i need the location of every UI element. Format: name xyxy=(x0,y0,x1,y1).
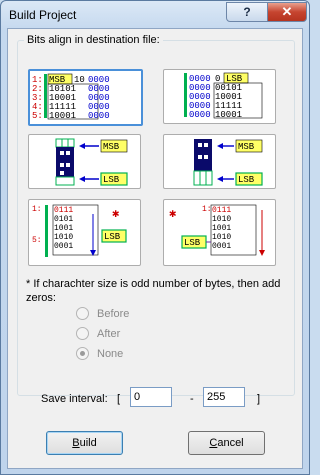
row-num: 1: xyxy=(202,205,212,214)
save-interval-label: Save interval: xyxy=(41,393,108,405)
svg-text:10001: 10001 xyxy=(49,111,76,121)
bracket-open: [ xyxy=(117,393,121,405)
align-option-rows-lsb-first[interactable]: 0000 0 LSB 0000 00101 0000 10001 0000 11111 … xyxy=(163,69,276,124)
lsb-tag: LSB xyxy=(104,232,121,242)
radio-indicator xyxy=(76,307,89,320)
svg-text:0000: 0000 xyxy=(88,111,110,121)
interval-from-input[interactable] xyxy=(130,387,172,407)
svg-text:1001: 1001 xyxy=(54,224,73,233)
radio-label: None xyxy=(97,347,124,360)
svg-text:10001: 10001 xyxy=(215,110,242,120)
bits-align-legend: Bits align in destination file: xyxy=(24,34,163,46)
svg-text:0111: 0111 xyxy=(212,206,231,215)
radio-label: Before xyxy=(97,307,130,320)
build-mnemonic: B xyxy=(72,437,80,449)
align-option-rotated-lsb-right[interactable]: 1: 5: 0111 0101 1001 1010 0001 LSB ✱ xyxy=(28,199,141,266)
cancel-label: ancel xyxy=(217,437,244,449)
align-option-rows-msb-first[interactable]: 1: 2: 3: 4: 5: MSB 10 0000 10101 0000 1000… xyxy=(28,69,143,126)
interval-dash: - xyxy=(190,393,194,405)
svg-text:1001: 1001 xyxy=(212,224,231,233)
lsb-tag: LSB xyxy=(103,175,120,185)
row-num: 5: xyxy=(32,111,43,121)
title-bar: Build Project ? ✕ xyxy=(1,1,309,29)
msb-tag: MSB xyxy=(238,142,255,152)
svg-text:1010: 1010 xyxy=(212,233,231,242)
cancel-button[interactable]: Cancel xyxy=(188,431,265,455)
rows-msb-first-icon: 1: 2: 3: 4: 5: MSB 10 0000 10101 0000 1000… xyxy=(32,73,110,121)
star-icon: ✱ xyxy=(112,207,119,221)
cancel-mnemonic: C xyxy=(209,437,218,449)
cols-msb-top-icon: MSB LSB xyxy=(55,138,128,186)
lsb-tag: LSB xyxy=(238,175,255,185)
radio-after[interactable]: After xyxy=(76,327,120,340)
msb-tag: MSB xyxy=(103,142,120,152)
bracket-close: ] xyxy=(257,393,261,405)
build-label: uild xyxy=(79,437,97,449)
help-icon: ? xyxy=(243,5,251,19)
align-option-rotated-lsb-left[interactable]: ✱ 1: 0111 1010 1001 1010 0001 LSB xyxy=(163,199,276,266)
svg-text:1010: 1010 xyxy=(54,233,73,242)
radio-label: After xyxy=(97,327,121,340)
radio-indicator xyxy=(76,327,89,340)
close-button[interactable]: ✕ xyxy=(267,2,307,22)
svg-text:0001: 0001 xyxy=(54,242,73,251)
window-title: Build Project xyxy=(9,8,77,22)
star-icon: ✱ xyxy=(169,207,176,221)
row-num: 5: xyxy=(32,236,42,245)
rotated-lsb-left-icon: ✱ 1: 0111 1010 1001 1010 0001 LSB xyxy=(169,204,265,256)
build-button[interactable]: Build xyxy=(46,431,123,455)
radio-none[interactable]: None xyxy=(76,347,123,360)
align-option-cols-msb-top[interactable]: MSB LSB xyxy=(28,134,141,189)
svg-text:0111: 0111 xyxy=(54,206,73,215)
help-button[interactable]: ? xyxy=(226,2,268,22)
svg-text:0001: 0001 xyxy=(212,242,231,251)
lsb-tag: LSB xyxy=(184,238,201,248)
align-option-cols-msb-top-alt[interactable]: MSB LSB xyxy=(163,134,276,189)
svg-text:0000: 0000 xyxy=(189,110,211,120)
radio-before[interactable]: Before xyxy=(76,307,129,320)
interval-to-input[interactable] xyxy=(203,387,245,407)
row-num: 1: xyxy=(32,205,42,214)
cols-msb-top-alt-icon: MSB LSB xyxy=(193,139,263,186)
dialog-window: Build Project ? ✕ Bits align in destinat… xyxy=(0,0,310,475)
dialog-client: Bits align in destination file: 1: 2: 3:… xyxy=(7,28,303,469)
radio-indicator xyxy=(76,347,89,360)
odd-size-note: * If charachter size is odd number of by… xyxy=(26,278,281,304)
svg-text:1010: 1010 xyxy=(212,215,231,224)
rotated-lsb-right-icon: 1: 5: 0111 0101 1001 1010 0001 LSB ✱ xyxy=(32,204,127,257)
rows-lsb-first-icon: 0000 0 LSB 0000 00101 0000 10001 0000 11111 … xyxy=(184,72,263,120)
svg-text:0101: 0101 xyxy=(54,215,73,224)
close-icon: ✕ xyxy=(281,4,293,19)
